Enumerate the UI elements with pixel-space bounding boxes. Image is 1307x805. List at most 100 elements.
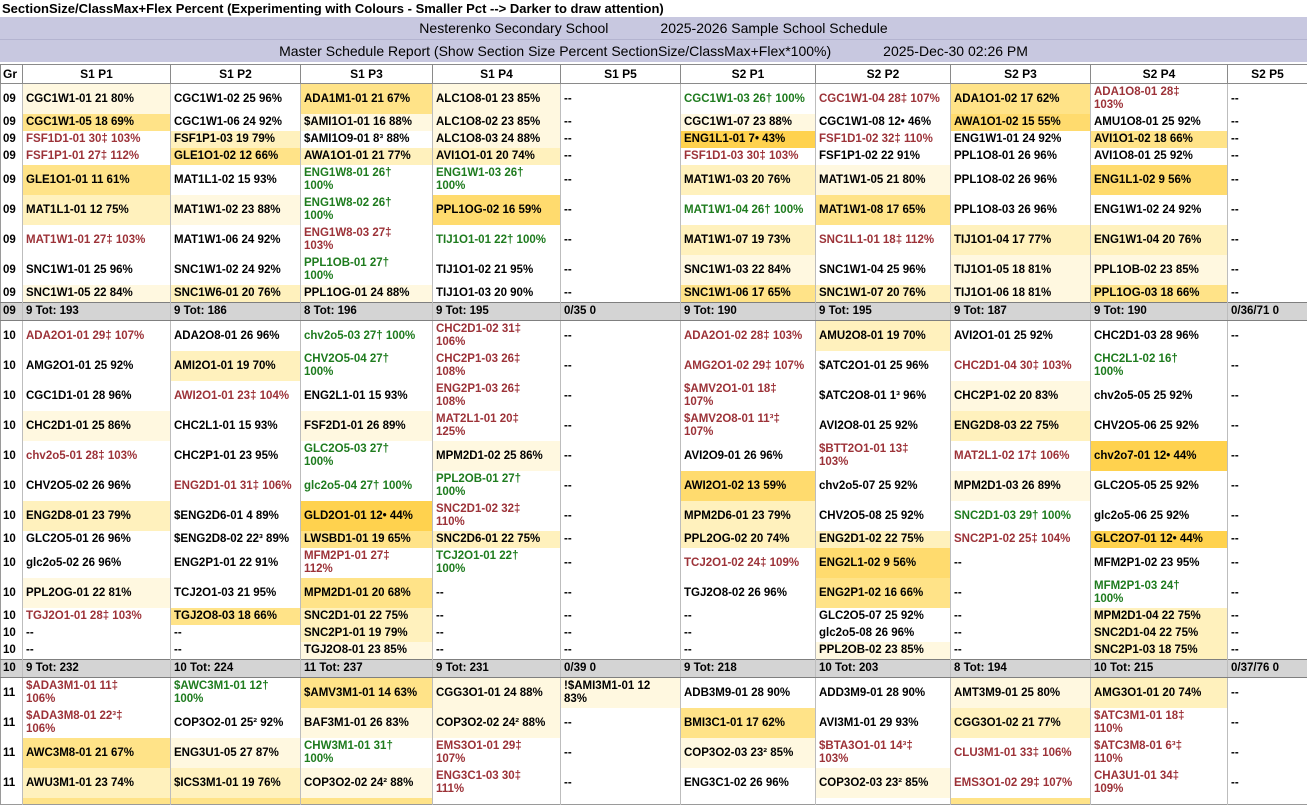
- schedule-cell: --: [1228, 608, 1307, 625]
- schedule-cell: AMI2O1-01 19 70%: [171, 351, 301, 381]
- schedule-cell: SNC2D1-03 29† 100%: [951, 501, 1091, 531]
- totals-cell: 9 Tot: 193: [23, 303, 171, 321]
- schedule-cell: ADA2O8-01 26 96%: [171, 321, 301, 352]
- totals-cell: 0/35 0: [561, 303, 681, 321]
- schedule-cell: MAT1L1-02 15 93%: [171, 165, 301, 195]
- schedule-row-grade-10: 10PPL2OG-01 22 81%TCJ2O1-03 21 95%MPM2D1…: [1, 578, 1307, 608]
- schedule-cell: TCJ2O1-02 24‡ 109%: [681, 548, 816, 578]
- schedule-cell: PPL1O8-03 26 96%: [951, 195, 1091, 225]
- schedule-cell: CGC1W1-05 18 69%: [23, 114, 171, 131]
- column-header-s1-p4: S1 P4: [433, 65, 561, 84]
- schedule-cell: COP3O2-03 23² 85%: [681, 738, 816, 768]
- schedule-cell: AWC3M8-01 21 67%: [23, 738, 171, 768]
- grade-cell: 10: [1, 351, 23, 381]
- schedule-cell: AMG2O1-02 29‡ 107%: [681, 351, 816, 381]
- schedule-cell: --: [1228, 501, 1307, 531]
- schedule-cell: AVI2O8-01 25 92%: [816, 411, 951, 441]
- schedule-cell: --: [1228, 351, 1307, 381]
- schedule-cell: AVI1O8-01 25 92%: [1091, 148, 1228, 165]
- schedule-cell: $AMI1O9-01 8³ 88%: [301, 131, 433, 148]
- schedule-row-grade-11: 11AWC3M8-01 21 67%ENG3U1-05 27 87%CHW3M1…: [1, 738, 1307, 768]
- schedule-cell: ADA1O8-01 28‡ 103%: [1091, 84, 1228, 115]
- schedule-cell: [1091, 798, 1228, 805]
- grade-cell: 10: [1, 578, 23, 608]
- schedule-cell: --: [561, 255, 681, 285]
- schedule-cell: --: [561, 471, 681, 501]
- schedule-cell: CHC2P1-01 23 95%: [171, 441, 301, 471]
- grade-cell: 09: [1, 84, 23, 115]
- schedule-cell: CHW3M1-01 31† 100%: [301, 738, 433, 768]
- grade-cell: 10: [1, 608, 23, 625]
- grade-cell: 11: [1, 768, 23, 798]
- schedule-row-grade-09: 09FSF1P1-01 27‡ 112%GLE1O1-02 12 66%AWA1…: [1, 148, 1307, 165]
- schedule-cell: SNC1L1-01 18‡ 112%: [816, 225, 951, 255]
- schedule-cell: BAF3M1-01 26 83%: [301, 708, 433, 738]
- schedule-cell: CHC2L1-02 16† 100%: [1091, 351, 1228, 381]
- schedule-row-grade-10: 10----TGJ2O8-01 23 85%------PPL2OB-02 23…: [1, 642, 1307, 660]
- schedule-cell: [433, 798, 561, 805]
- schedule-cell: !$AMI3M1-01 12 83%: [561, 678, 681, 709]
- schedule-cell: ENG2L1-02 9 56%: [816, 548, 951, 578]
- schedule-cell: CGG3O1-02 21 77%: [951, 708, 1091, 738]
- schedule-row-grade-10: 10TGJ2O1-01 28‡ 103%TGJ2O8-03 18 66%SNC2…: [1, 608, 1307, 625]
- schedule-cell: --: [1228, 578, 1307, 608]
- schedule-cell: $ENG2D8-02 22³ 89%: [171, 531, 301, 548]
- schedule-row-grade-09: 09MAT1W1-01 27‡ 103%MAT1W1-06 24 92%ENG1…: [1, 225, 1307, 255]
- schedule-cell: --: [1228, 114, 1307, 131]
- totals-cell: 9 Tot: 231: [433, 660, 561, 678]
- schedule-cell: CGC1W1-04 28‡ 107%: [816, 84, 951, 115]
- schedule-row-grade-10: 10CGC1D1-01 28 96%AWI2O1-01 23‡ 104%ENG2…: [1, 381, 1307, 411]
- schedule-cell: glc2o5-08 26 96%: [816, 625, 951, 642]
- schedule-cell: --: [561, 578, 681, 608]
- master-schedule-report: SectionSize/ClassMax+Flex Percent (Exper…: [0, 0, 1307, 805]
- schedule-cell: CHV2O5-02 26 96%: [23, 471, 171, 501]
- grade-cell: 09: [1, 165, 23, 195]
- schedule-cell: --: [1228, 708, 1307, 738]
- schedule-cell: CHC2L1-01 15 93%: [171, 411, 301, 441]
- schedule-cell: [23, 798, 171, 805]
- schedule-row-grade-10: 10----SNC2P1-01 19 79%------glc2o5-08 26…: [1, 625, 1307, 642]
- clipped-row: [1, 798, 1307, 805]
- schedule-cell: $BTA3O1-01 14³‡ 103%: [816, 738, 951, 768]
- schedule-cell: --: [1228, 471, 1307, 501]
- schedule-cell: --: [1228, 321, 1307, 352]
- schedule-cell: AMU2O8-01 19 70%: [816, 321, 951, 352]
- schedule-cell: SNC2D1-01 22 75%: [301, 608, 433, 625]
- schedule-cell: PPL2OB-01 27† 100%: [433, 471, 561, 501]
- schedule-cell: --: [1228, 768, 1307, 798]
- report-timestamp: 2025-Dec-30 02:26 PM: [883, 43, 1028, 59]
- schedule-cell: --: [1228, 678, 1307, 709]
- schedule-cell: AWI2O1-01 23‡ 104%: [171, 381, 301, 411]
- schedule-cell: MPM2D1-02 25 86%: [433, 441, 561, 471]
- schedule-cell: --: [951, 578, 1091, 608]
- schedule-cell: [301, 798, 433, 805]
- schedule-cell: CHV2O5-08 25 92%: [816, 501, 951, 531]
- schedule-cell: TIJ1O1-06 18 81%: [951, 285, 1091, 303]
- schedule-cell: GLC2O5-03 27† 100%: [301, 441, 433, 471]
- schedule-cell: GLC2O5-01 26 96%: [23, 531, 171, 548]
- column-header-s2-p2: S2 P2: [816, 65, 951, 84]
- schedule-cell: PPL2OG-01 22 81%: [23, 578, 171, 608]
- schedule-cell: CGC1W1-03 26† 100%: [681, 84, 816, 115]
- schedule-cell: SNC1W1-05 22 84%: [23, 285, 171, 303]
- schedule-cell: MAT1W1-05 21 80%: [816, 165, 951, 195]
- schedule-cell: ENG1W1-01 24 92%: [951, 131, 1091, 148]
- schedule-cell: --: [561, 225, 681, 255]
- schedule-cell: TIJ1O1-01 22† 100%: [433, 225, 561, 255]
- schedule-cell: CGC1W1-06 24 92%: [171, 114, 301, 131]
- schedule-cell: --: [1228, 531, 1307, 548]
- column-header-grade: Gr: [1, 65, 23, 84]
- schedule-cell: AVI3M1-01 29 93%: [816, 708, 951, 738]
- schedule-cell: ENG2L1-01 15 93%: [301, 381, 433, 411]
- schedule-row-grade-10: 10CHV2O5-02 26 96%ENG2D1-01 31‡ 106%glc2…: [1, 471, 1307, 501]
- schedule-cell: CGC1W1-07 23 88%: [681, 114, 816, 131]
- schedule-cell: COP3O2-01 25² 92%: [171, 708, 301, 738]
- schedule-cell: TGJ2O8-01 23 85%: [301, 642, 433, 660]
- totals-cell: 9 Tot: 195: [433, 303, 561, 321]
- grade-cell: 10: [1, 381, 23, 411]
- schedule-cell: --: [1228, 411, 1307, 441]
- schedule-cell: --: [1228, 225, 1307, 255]
- schedule-cell: --: [1228, 84, 1307, 115]
- totals-cell: 9 Tot: 218: [681, 660, 816, 678]
- schedule-cell: TGJ2O8-03 18 66%: [171, 608, 301, 625]
